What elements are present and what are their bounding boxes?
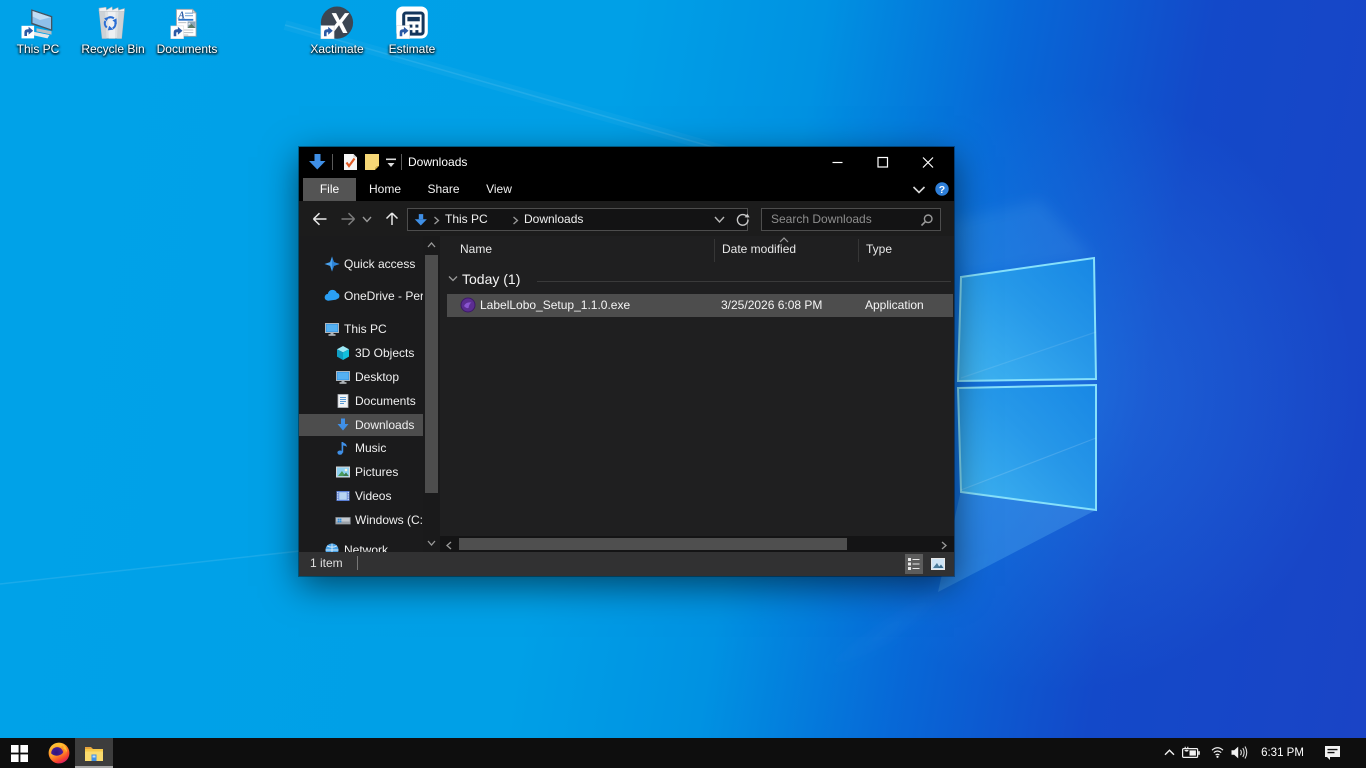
svg-text:?: ? (939, 184, 945, 196)
